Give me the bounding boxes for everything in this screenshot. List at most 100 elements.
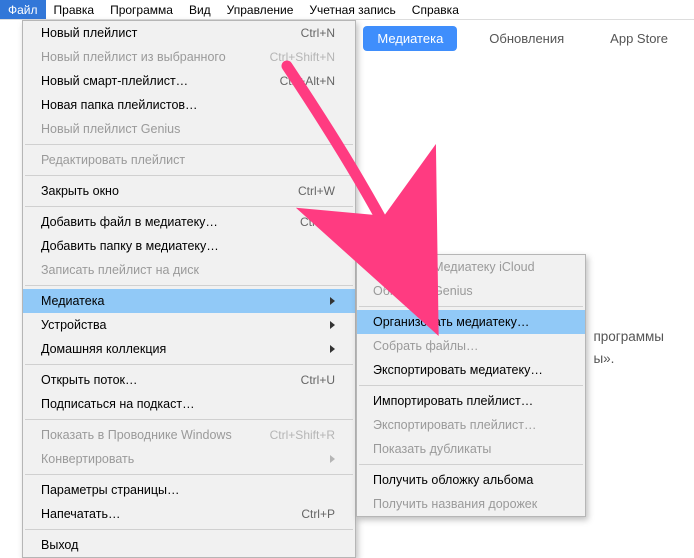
library-submenu-item[interactable]: Организовать медиатеку… — [357, 310, 585, 334]
file-menu-item[interactable]: Закрыть окно Ctrl+W — [23, 179, 355, 203]
file-menu-item-label: Устройства — [41, 316, 106, 334]
library-submenu-item[interactable]: Получить обложку альбома — [357, 468, 585, 492]
file-menu-item-label: Новый смарт-плейлист… — [41, 72, 188, 90]
file-menu-item[interactable]: Новая папка плейлистов… — [23, 93, 355, 117]
file-menu-separator — [25, 364, 353, 365]
file-menu-item[interactable]: Добавить файл в медиатеку… Ctrl+O — [23, 210, 355, 234]
tab-library[interactable]: Медиатека — [363, 26, 457, 51]
library-submenu-separator — [359, 464, 583, 465]
file-menu-item[interactable]: Устройства — [23, 313, 355, 337]
library-submenu-item-label: Обновить Genius — [373, 282, 473, 300]
background-text: программы ы». — [593, 326, 664, 369]
menubar-item-help[interactable]: Справка — [404, 0, 467, 19]
library-submenu-separator — [359, 306, 583, 307]
chevron-right-icon — [330, 297, 335, 305]
library-submenu: Обновить Медиатеку iCloud Обновить Genius… — [356, 254, 586, 517]
file-menu-separator — [25, 144, 353, 145]
file-menu-separator — [25, 419, 353, 420]
file-menu-item-label: Новый плейлист — [41, 24, 137, 42]
library-submenu-item: Обновить Медиатеку iCloud — [357, 255, 585, 279]
library-submenu-item: Экспортировать плейлист… — [357, 413, 585, 437]
file-menu-item-label: Показать в Проводнике Windows — [41, 426, 232, 444]
library-submenu-item: Показать дубликаты — [357, 437, 585, 461]
file-menu-item[interactable]: Новый плейлист Ctrl+N — [23, 21, 355, 45]
file-menu-item-label: Конвертировать — [41, 450, 134, 468]
menubar-item-view[interactable]: Вид — [181, 0, 219, 19]
tab-updates[interactable]: Обновления — [475, 26, 578, 51]
file-menu-item-label: Медиатека — [41, 292, 104, 310]
file-menu-item-shortcut: Ctrl+O — [300, 213, 335, 231]
file-menu-item-label: Закрыть окно — [41, 182, 119, 200]
file-menu-item-label: Напечатать… — [41, 505, 120, 523]
file-menu-item[interactable]: Домашняя коллекция — [23, 337, 355, 361]
library-submenu-item: Обновить Genius — [357, 279, 585, 303]
library-submenu-item-label: Собрать файлы… — [373, 337, 478, 355]
file-menu-item[interactable]: Открыть поток… Ctrl+U — [23, 368, 355, 392]
library-submenu-item-label: Экспортировать плейлист… — [373, 416, 537, 434]
file-menu-item-label: Параметры страницы… — [41, 481, 180, 499]
file-menu-item: Новый плейлист Genius — [23, 117, 355, 141]
file-menu-separator — [25, 474, 353, 475]
file-menu-item[interactable]: Напечатать… Ctrl+P — [23, 502, 355, 526]
library-submenu-item[interactable]: Импортировать плейлист… — [357, 389, 585, 413]
file-menu-item-label: Записать плейлист на диск — [41, 261, 199, 279]
menubar-item-account[interactable]: Учетная запись — [301, 0, 403, 19]
library-submenu-item-label: Показать дубликаты — [373, 440, 491, 458]
menubar: Файл Правка Программа Вид Управление Уче… — [0, 0, 694, 20]
file-menu-item-label: Подписаться на подкаст… — [41, 395, 195, 413]
file-menu-item-shortcut: Ctrl+W — [298, 182, 335, 200]
file-menu-item-label: Новая папка плейлистов… — [41, 96, 198, 114]
file-menu-dropdown: Новый плейлист Ctrl+N Новый плейлист из вы… — [22, 20, 356, 558]
file-menu-item-label: Редактировать плейлист — [41, 151, 185, 169]
library-submenu-item-label: Обновить Медиатеку iCloud — [373, 258, 535, 276]
file-menu-item: Новый плейлист из выбранного Ctrl+Shift+N — [23, 45, 355, 69]
file-menu-item-label: Новый плейлист из выбранного — [41, 48, 226, 66]
chevron-right-icon — [330, 345, 335, 353]
file-menu-item-label: Открыть поток… — [41, 371, 138, 389]
file-menu-item-label: Добавить папку в медиатеку… — [41, 237, 219, 255]
library-submenu-separator — [359, 385, 583, 386]
file-menu-separator — [25, 285, 353, 286]
file-menu-item: Конвертировать — [23, 447, 355, 471]
file-menu-item-label: Новый плейлист Genius — [41, 120, 180, 138]
library-submenu-item-label: Экспортировать медиатеку… — [373, 361, 543, 379]
file-menu-item-shortcut: Ctrl+P — [301, 505, 335, 523]
file-menu-item[interactable]: Добавить папку в медиатеку… — [23, 234, 355, 258]
library-submenu-item-label: Импортировать плейлист… — [373, 392, 533, 410]
file-menu-item[interactable]: Новый смарт-плейлист… Ctrl+Alt+N — [23, 69, 355, 93]
file-menu-item: Показать в Проводнике Windows Ctrl+Shift+… — [23, 423, 355, 447]
library-submenu-item-label: Получить обложку альбома — [373, 471, 533, 489]
library-submenu-item[interactable]: Экспортировать медиатеку… — [357, 358, 585, 382]
tab-appstore[interactable]: App Store — [596, 26, 682, 51]
file-menu-separator — [25, 175, 353, 176]
file-menu-item[interactable]: Медиатека — [23, 289, 355, 313]
library-submenu-item: Собрать файлы… — [357, 334, 585, 358]
menubar-item-program[interactable]: Программа — [102, 0, 181, 19]
file-menu-separator — [25, 529, 353, 530]
file-menu-separator — [25, 206, 353, 207]
file-menu-item-shortcut: Ctrl+U — [301, 371, 335, 389]
file-menu-item-label: Выход — [41, 536, 78, 554]
file-menu-item[interactable]: Выход — [23, 533, 355, 557]
file-menu-item: Редактировать плейлист — [23, 148, 355, 172]
chevron-right-icon — [330, 321, 335, 329]
file-menu-item-shortcut: Ctrl+Shift+R — [270, 426, 335, 444]
file-menu-item-shortcut: Ctrl+Alt+N — [280, 72, 335, 90]
menubar-item-edit[interactable]: Правка — [46, 0, 103, 19]
file-menu-item[interactable]: Подписаться на подкаст… — [23, 392, 355, 416]
menubar-item-controls[interactable]: Управление — [219, 0, 302, 19]
bg-line-1: программы — [593, 326, 664, 348]
file-menu-item: Записать плейлист на диск — [23, 258, 355, 282]
file-menu-item-label: Добавить файл в медиатеку… — [41, 213, 218, 231]
library-submenu-item: Получить названия дорожек — [357, 492, 585, 516]
section-tabs: Медиатека Обновления App Store — [363, 26, 682, 51]
file-menu-item-shortcut: Ctrl+Shift+N — [270, 48, 335, 66]
file-menu-item-label: Домашняя коллекция — [41, 340, 166, 358]
bg-line-2: ы». — [593, 348, 664, 370]
menubar-item-file[interactable]: Файл — [0, 0, 46, 19]
library-submenu-item-label: Получить названия дорожек — [373, 495, 537, 513]
library-submenu-item-label: Организовать медиатеку… — [373, 313, 529, 331]
chevron-right-icon — [330, 455, 335, 463]
file-menu-item[interactable]: Параметры страницы… — [23, 478, 355, 502]
file-menu-item-shortcut: Ctrl+N — [301, 24, 335, 42]
